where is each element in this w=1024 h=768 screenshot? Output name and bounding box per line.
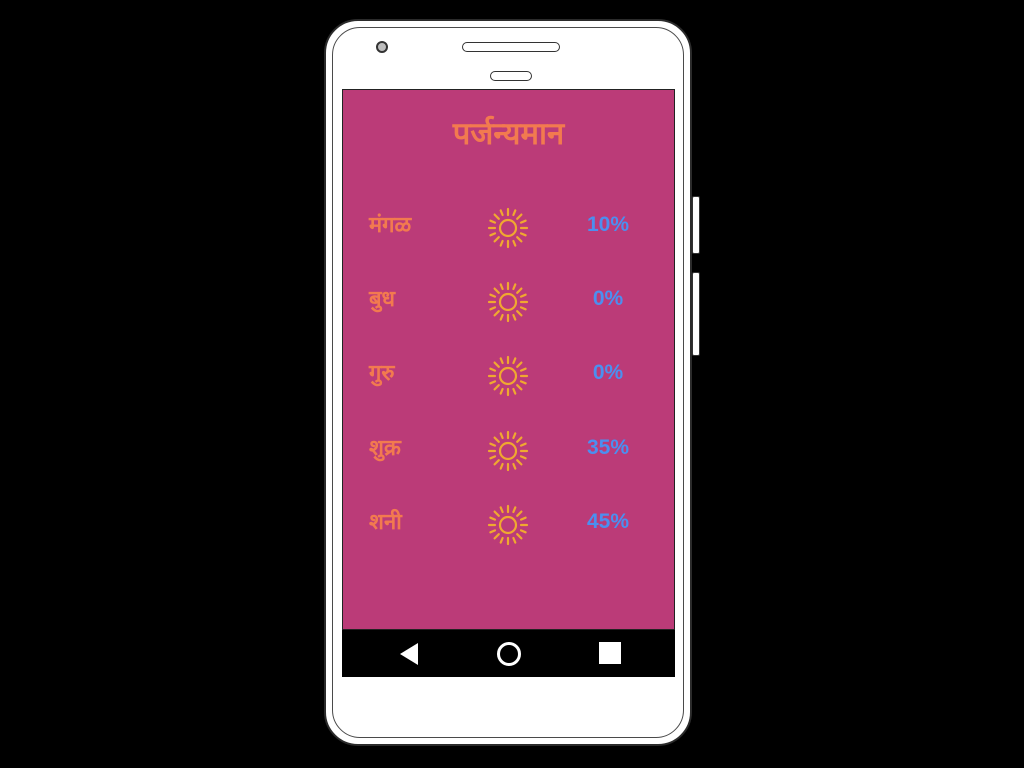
sun-icon <box>487 281 529 323</box>
rain-chance: 45% <box>586 510 630 533</box>
home-circle-icon <box>497 642 521 666</box>
recents-button[interactable] <box>579 630 639 677</box>
page-title: पर्जन्यमान <box>452 116 565 152</box>
earpiece-speaker <box>462 42 560 52</box>
day-label: बुध <box>369 287 396 312</box>
rain-chance: 35% <box>586 436 630 459</box>
rain-chance: 10% <box>586 213 630 236</box>
android-nav-bar <box>342 630 675 677</box>
home-button[interactable] <box>479 630 539 677</box>
sun-icon <box>487 504 529 546</box>
back-triangle-icon <box>400 643 418 665</box>
forecast-row[interactable]: बुध 0% <box>343 275 676 325</box>
forecast-row[interactable]: मंगळ 10% <box>343 201 676 251</box>
recents-square-icon <box>599 642 621 664</box>
volume-button[interactable] <box>692 272 700 356</box>
rain-chance: 0% <box>592 361 624 384</box>
day-label: गुरु <box>369 361 395 386</box>
back-button[interactable] <box>380 630 440 677</box>
day-label: मंगळ <box>369 213 412 238</box>
power-button[interactable] <box>692 196 700 254</box>
sun-icon <box>487 207 529 249</box>
forecast-row[interactable]: गुरु 0% <box>343 349 676 399</box>
stage: पर्जन्यमान मंगळ 10% बुध 0% गुरु 0% शुक्र… <box>0 0 1024 768</box>
forecast-row[interactable]: शुक्र 35% <box>343 424 676 474</box>
app-screen: पर्जन्यमान मंगळ 10% बुध 0% गुरु 0% शुक्र… <box>342 89 675 630</box>
sun-icon <box>487 430 529 472</box>
rain-chance: 0% <box>592 287 624 310</box>
day-label: शुक्र <box>369 436 401 461</box>
forecast-row[interactable]: शनी 45% <box>343 498 676 548</box>
day-label: शनी <box>369 510 402 535</box>
proximity-sensor <box>490 71 532 81</box>
sun-icon <box>487 355 529 397</box>
front-camera <box>376 41 388 53</box>
